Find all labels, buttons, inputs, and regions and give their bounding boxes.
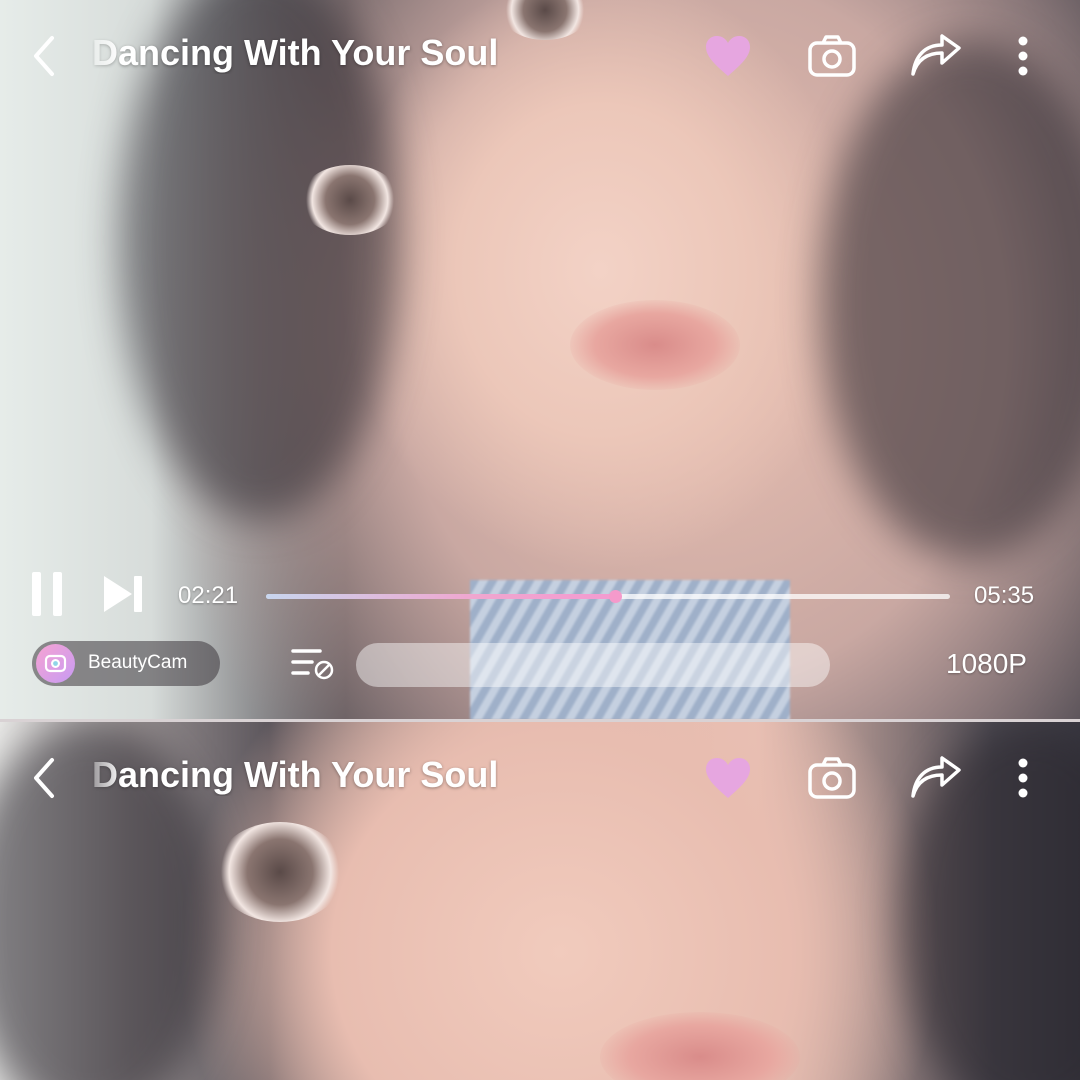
skip-next-icon (104, 576, 142, 612)
video-lips (570, 300, 740, 390)
player-panel-bottom: Dancing With Your Soul (0, 722, 1080, 1080)
camera-icon (808, 757, 856, 799)
playlist-toggle-button[interactable] (290, 646, 336, 682)
back-button[interactable] (24, 756, 64, 800)
next-button[interactable] (102, 574, 144, 614)
heart-icon (706, 758, 750, 798)
pause-button[interactable] (32, 572, 66, 618)
playlist-icon (291, 649, 334, 680)
video-eye (215, 822, 345, 922)
more-options-button[interactable] (995, 28, 1051, 84)
seek-bar-progress (266, 594, 615, 599)
video-title: Dancing With Your Soul (92, 32, 499, 73)
top-bar: Dancing With Your Soul (0, 0, 1080, 110)
back-button[interactable] (24, 34, 64, 78)
camera-icon (808, 35, 856, 77)
quality-button[interactable]: 1080P (946, 648, 1027, 680)
video-lips (600, 1012, 800, 1080)
more-options-button[interactable] (995, 750, 1051, 806)
total-time: 05:35 (974, 582, 1035, 609)
current-time: 02:21 (178, 582, 239, 609)
share-button[interactable] (908, 750, 964, 806)
beautycam-badge[interactable]: BeautyCam (32, 641, 220, 686)
beautycam-label: BeautyCam (88, 652, 188, 673)
screenshot-button[interactable] (804, 750, 860, 806)
top-bar: Dancing With Your Soul (0, 722, 1080, 832)
player-panel-top: Dancing With Your Soul 02:21 05:35 Beaut… (0, 0, 1080, 720)
heart-icon (706, 36, 750, 76)
share-icon (911, 756, 961, 798)
favorite-button[interactable] (700, 750, 756, 806)
more-vertical-icon (1018, 36, 1028, 76)
seek-bar-thumb[interactable] (608, 590, 622, 603)
video-title: Dancing With Your Soul (92, 754, 499, 795)
danmaku-input[interactable] (356, 643, 830, 687)
hair-shadow (820, 40, 1080, 560)
more-vertical-icon (1018, 758, 1028, 798)
screenshot-button[interactable] (804, 28, 860, 84)
chevron-left-icon (34, 758, 54, 798)
share-icon (911, 34, 961, 76)
share-button[interactable] (908, 28, 964, 84)
playback-controls: 02:21 05:35 BeautyCam 1080P (0, 560, 1080, 700)
video-eye (300, 165, 400, 235)
favorite-button[interactable] (700, 28, 756, 84)
beautycam-logo-icon (36, 644, 75, 683)
seek-bar[interactable] (266, 590, 950, 603)
chevron-left-icon (34, 36, 54, 76)
